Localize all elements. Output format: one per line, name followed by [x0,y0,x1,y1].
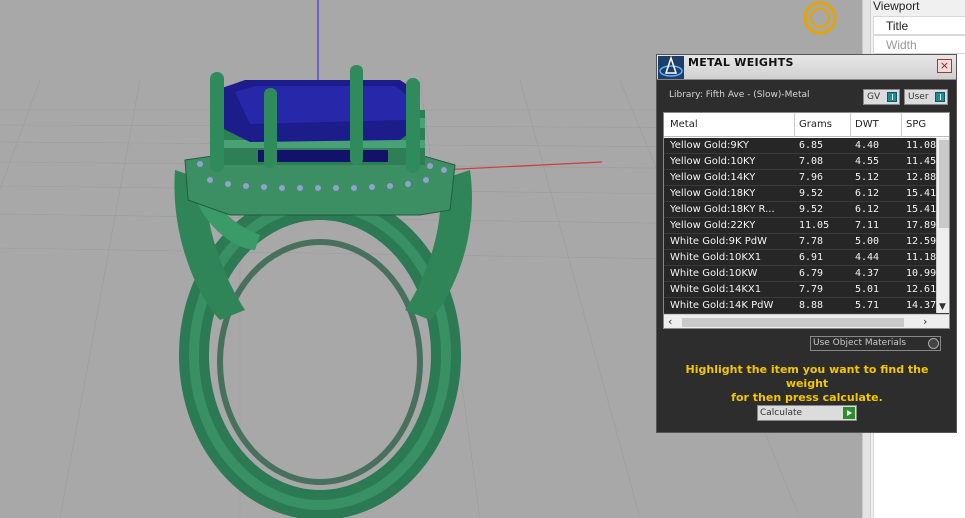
table-row[interactable]: Yellow Gold:18KY R... 9.52 6.12 15.41 [664,202,949,218]
column-header-metal[interactable]: Metal [670,119,698,130]
spg-cell: 11.45 [906,156,937,167]
instruction-line-1: Highlight the item you want to find the … [685,363,929,390]
grams-cell: 6.91 [799,252,824,263]
dwt-cell: 5.71 [855,300,880,311]
viewport-section-header[interactable]: Viewport [873,0,919,13]
grams-cell: 9.52 [799,204,824,215]
metal-weights-dialog: METAL WEIGHTS × Library: Fifth Ave - (Sl… [656,54,957,433]
radio-icon [928,338,939,349]
table-header: Metal Grams DWT SPG [664,113,949,137]
spg-cell: 10.99 [906,268,937,279]
table-row[interactable]: Yellow Gold:9KY 6.85 4.40 11.08 [664,138,949,154]
metal-cell: White Gold:10KX1 [670,252,762,263]
grams-cell: 7.96 [799,172,824,183]
table-row[interactable]: Yellow Gold:10KY 7.08 4.55 11.45 [664,154,949,170]
plugin-logo-icon [658,55,684,79]
dwt-cell: 6.12 [855,204,880,215]
table-row[interactable]: Yellow Gold:14KY 7.96 5.12 12.88 [664,170,949,186]
scroll-right-icon[interactable]: › [923,315,927,328]
table-row[interactable]: Yellow Gold:18KY 9.52 6.12 15.41 [664,186,949,202]
metal-cell: White Gold:10KW [670,268,758,279]
user-toggle-label: User [908,92,929,102]
user-toggle[interactable]: User [904,89,948,105]
play-icon [843,407,855,419]
grams-cell: 6.79 [799,268,824,279]
horizontal-scrollbar[interactable]: ‹ › [664,314,949,328]
table-rows: Yellow Gold:9KY 6.85 4.40 11.08 Yellow Gold:… [664,138,949,314]
metal-cell: Yellow Gold:18KY [670,188,756,199]
dwt-cell: 5.01 [855,284,880,295]
metal-cell: Yellow Gold:18KY R... [670,204,775,215]
app-logo [803,1,837,35]
table-row[interactable]: White Gold:9K PdW 7.78 5.00 12.59 [664,234,949,250]
spg-cell: 15.41 [906,188,937,199]
dwt-cell: 4.37 [855,268,880,279]
spg-cell: 17.89 [906,220,937,231]
dwt-cell: 7.11 [855,220,880,231]
dwt-cell: 5.12 [855,172,880,183]
metal-cell: White Gold:14K PdW [670,300,774,311]
grams-cell: 6.85 [799,140,824,151]
spg-cell: 14.37 [906,300,937,311]
scroll-thumb[interactable] [682,318,904,327]
table-row[interactable]: White Gold:10KX1 6.91 4.44 11.18 [664,250,949,266]
library-label: Library: Fifth Ave - (Slow)-Metal [669,90,810,100]
grams-cell: 7.79 [799,284,824,295]
use-object-materials-toggle[interactable]: Use Object Materials [810,336,941,351]
property-width[interactable]: Width [873,35,965,54]
toggle-knob-icon [887,92,897,102]
spg-cell: 11.08 [906,140,937,151]
grams-cell: 8.88 [799,300,824,311]
dwt-cell: 4.44 [855,252,880,263]
grams-cell: 7.78 [799,236,824,247]
metal-cell: Yellow Gold:9KY [670,140,749,151]
scroll-left-icon[interactable]: ‹ [668,315,672,328]
spg-cell: 12.88 [906,172,937,183]
spg-cell: 11.18 [906,252,937,263]
dwt-cell: 5.00 [855,236,880,247]
close-icon[interactable]: × [937,59,952,73]
grams-cell: 7.08 [799,156,824,167]
dialog-title: METAL WEIGHTS [688,56,794,69]
dialog-titlebar[interactable]: METAL WEIGHTS × [657,55,956,80]
scroll-thumb[interactable] [939,140,949,228]
calculate-label: Calculate [760,408,803,418]
instruction-text: Highlight the item you want to find the … [667,363,947,405]
toggle-knob-icon [935,92,945,102]
metal-cell: Yellow Gold:10KY [670,156,756,167]
grams-cell: 9.52 [799,188,824,199]
metal-cell: Yellow Gold:22KY [670,220,756,231]
metal-table[interactable]: Metal Grams DWT SPG Yellow Gold:9KY 6.85 4… [663,112,950,329]
column-header-grams[interactable]: Grams [799,119,832,130]
dwt-cell: 4.40 [855,140,880,151]
column-header-spg[interactable]: SPG [906,119,926,130]
use-object-materials-label: Use Object Materials [813,338,907,348]
spg-cell: 12.59 [906,236,937,247]
spg-cell: 15.41 [906,204,937,215]
spg-cell: 12.61 [906,284,937,295]
table-row[interactable]: White Gold:10KW 6.79 4.37 10.99 [664,266,949,282]
ring-model [174,65,472,518]
vertical-scrollbar[interactable]: ▼ [936,138,949,313]
grams-cell: 11.05 [799,220,830,231]
table-row[interactable]: White Gold:14K PdW 8.88 5.71 14.37 [664,298,949,314]
metal-cell: White Gold:9K PdW [670,236,767,247]
scroll-down-icon[interactable]: ▼ [939,302,946,312]
metal-cell: Yellow Gold:14KY [670,172,756,183]
instruction-line-2: for then press calculate. [731,391,883,404]
calculate-button[interactable]: Calculate [757,405,857,421]
gv-toggle[interactable]: GV [863,89,900,105]
dwt-cell: 6.12 [855,188,880,199]
dwt-cell: 4.55 [855,156,880,167]
column-header-dwt[interactable]: DWT [855,119,879,130]
metal-cell: White Gold:14KX1 [670,284,762,295]
gv-toggle-label: GV [867,92,881,102]
property-title[interactable]: Title [873,16,965,35]
table-row[interactable]: Yellow Gold:22KY 11.05 7.11 17.89 [664,218,949,234]
table-row[interactable]: White Gold:14KX1 7.79 5.01 12.61 [664,282,949,298]
